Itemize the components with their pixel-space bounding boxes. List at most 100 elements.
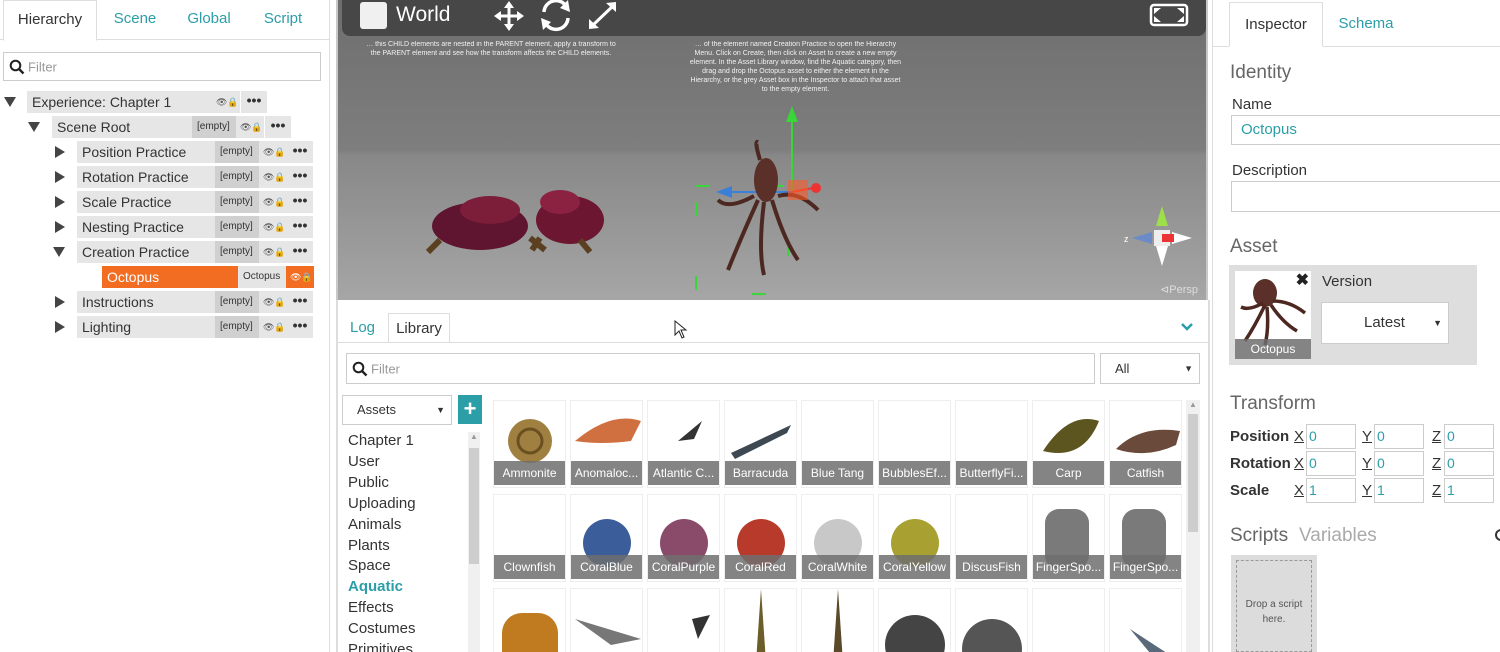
category-item[interactable]: Plants	[348, 537, 390, 554]
collapse-icon[interactable]	[53, 247, 65, 257]
asset-tile[interactable]	[724, 588, 797, 652]
expand-icon[interactable]	[55, 321, 65, 333]
tab-inspector[interactable]: Inspector	[1229, 2, 1323, 47]
tree-row-octopus-selected[interactable]: Octopus Octopus 👁🔒	[0, 266, 330, 288]
asset-tile[interactable]	[647, 588, 720, 652]
asset-tile[interactable]	[570, 588, 643, 652]
visibility-lock-icons[interactable]: 👁🔒	[259, 216, 287, 238]
asset-tile[interactable]: Anomaloc...	[570, 400, 643, 488]
category-item[interactable]: Space	[348, 557, 391, 574]
asset-tile[interactable]: Ammonite	[493, 400, 566, 488]
transform-scale-z-input[interactable]: 1	[1444, 478, 1494, 503]
visibility-lock-icons[interactable]: 👁🔒	[259, 241, 287, 263]
transform-scale-x-input[interactable]: 1	[1306, 478, 1356, 503]
node-menu-button[interactable]: •••	[287, 166, 313, 188]
node-menu-button[interactable]: •••	[287, 191, 313, 213]
name-input[interactable]: Octopus	[1231, 115, 1500, 145]
move-tool-icon[interactable]	[492, 0, 526, 32]
asset-box[interactable]: Octopus ✖ Version Latest ▼	[1229, 265, 1477, 365]
tree-row[interactable]: Rotation Practice [empty] 👁🔒 •••	[0, 166, 330, 188]
expand-icon[interactable]	[55, 171, 65, 183]
asset-scrollbar[interactable]: ▲	[1186, 400, 1200, 652]
node-menu-button[interactable]: •••	[265, 116, 291, 138]
asset-tile[interactable]: FingerSpo...	[1109, 494, 1182, 582]
fullscreen-icon[interactable]	[1148, 2, 1190, 28]
tab-library[interactable]: Library	[388, 313, 450, 343]
scrollbar-thumb[interactable]	[1188, 414, 1198, 532]
expand-icon[interactable]	[55, 296, 65, 308]
visibility-lock-icons[interactable]: 👁🔒	[259, 191, 287, 213]
asset-tile[interactable]: Blue Tang	[801, 400, 874, 488]
asset-tile[interactable]	[1109, 588, 1182, 652]
tree-row[interactable]: Nesting Practice [empty] 👁🔒 •••	[0, 216, 330, 238]
asset-tile[interactable]: Carp	[1032, 400, 1105, 488]
category-item[interactable]: User	[348, 453, 380, 470]
asset-tile[interactable]: CoralBlue	[570, 494, 643, 582]
tab-hierarchy[interactable]: Hierarchy	[3, 0, 97, 41]
node-menu-button[interactable]: •••	[287, 216, 313, 238]
chevron-down-icon[interactable]	[1180, 322, 1194, 332]
script-drop-zone[interactable]: Drop a script here.	[1231, 555, 1317, 652]
hierarchy-filter-input[interactable]: Filter	[3, 52, 321, 81]
asset-tile[interactable]: BubblesEf...	[878, 400, 951, 488]
source-select[interactable]: Assets ▼	[342, 395, 452, 425]
visibility-lock-icons[interactable]: 👁🔒	[212, 91, 240, 113]
transform-position-z-input[interactable]: 0	[1444, 424, 1494, 449]
asset-tile[interactable]: Clownfish	[493, 494, 566, 582]
tab-scripts[interactable]: Scripts	[1230, 525, 1288, 547]
category-item[interactable]: Aquatic	[348, 578, 403, 595]
tab-script[interactable]: Script	[248, 0, 318, 40]
expand-icon[interactable]	[55, 146, 65, 158]
asset-tile[interactable]: Catfish	[1109, 400, 1182, 488]
transform-position-y-input[interactable]: 0	[1374, 424, 1424, 449]
scene-viewport[interactable]: World … this CHILD elements are nested i…	[336, 0, 1208, 300]
asset-tile[interactable]: CoralYellow	[878, 494, 951, 582]
tab-schema[interactable]: Schema	[1331, 2, 1401, 46]
asset-tile[interactable]	[493, 588, 566, 652]
visibility-lock-icons[interactable]: 👁🔒	[259, 166, 287, 188]
transform-rotation-x-input[interactable]: 0	[1306, 451, 1356, 476]
version-select[interactable]: Latest ▼	[1321, 302, 1449, 344]
category-item[interactable]: Chapter 1	[348, 432, 414, 449]
asset-tile[interactable]: CoralPurple	[647, 494, 720, 582]
tree-row-scene-root[interactable]: Scene Root [empty] 👁🔒 •••	[0, 116, 330, 138]
tree-row[interactable]: Creation Practice [empty] 👁🔒 •••	[0, 241, 330, 263]
tree-row[interactable]: Position Practice [empty] 👁🔒 •••	[0, 141, 330, 163]
visibility-lock-icons[interactable]: 👁🔒	[286, 266, 314, 288]
category-scrollbar[interactable]: ▲	[468, 432, 480, 652]
asset-tile[interactable]: Barracuda	[724, 400, 797, 488]
asset-tile[interactable]: ButterflyFi...	[955, 400, 1028, 488]
category-item[interactable]: Effects	[348, 599, 394, 616]
visibility-lock-icons[interactable]: 👁🔒	[259, 141, 287, 163]
tab-scene[interactable]: Scene	[100, 0, 170, 40]
tree-row[interactable]: Lighting [empty] 👁🔒 •••	[0, 316, 330, 338]
asset-tile[interactable]: CoralWhite	[801, 494, 874, 582]
node-menu-button[interactable]: •••	[287, 141, 313, 163]
asset-tile[interactable]	[801, 588, 874, 652]
rotate-tool-icon[interactable]	[538, 0, 574, 32]
category-item[interactable]: Animals	[348, 516, 401, 533]
description-input[interactable]	[1231, 181, 1500, 212]
asset-tile[interactable]	[955, 588, 1028, 652]
tab-variables[interactable]: Variables	[1299, 525, 1377, 547]
visibility-lock-icons[interactable]: 👁🔒	[259, 291, 287, 313]
library-filter-input[interactable]: Filter	[346, 353, 1095, 384]
collapse-icon[interactable]	[28, 122, 40, 132]
type-select[interactable]: All ▼	[1100, 353, 1200, 384]
tab-log[interactable]: Log	[350, 313, 375, 343]
asset-tile[interactable]	[878, 588, 951, 652]
expand-icon[interactable]	[55, 221, 65, 233]
visibility-lock-icons[interactable]: 👁🔒	[259, 316, 287, 338]
transform-position-x-input[interactable]: 0	[1306, 424, 1356, 449]
tree-row[interactable]: Instructions [empty] 👁🔒 •••	[0, 291, 330, 313]
transform-rotation-y-input[interactable]: 0	[1374, 451, 1424, 476]
collapse-icon[interactable]	[4, 97, 16, 107]
asset-tile[interactable]	[1032, 588, 1105, 652]
refresh-icon[interactable]	[1493, 528, 1500, 542]
perspective-toggle[interactable]: ⊲Persp	[1160, 283, 1198, 296]
asset-tile[interactable]: Atlantic C...	[647, 400, 720, 488]
node-menu-button[interactable]: •••	[287, 316, 313, 338]
category-item[interactable]: Uploading	[348, 495, 416, 512]
scale-tool-icon[interactable]	[586, 0, 620, 32]
tab-global[interactable]: Global	[174, 0, 244, 40]
